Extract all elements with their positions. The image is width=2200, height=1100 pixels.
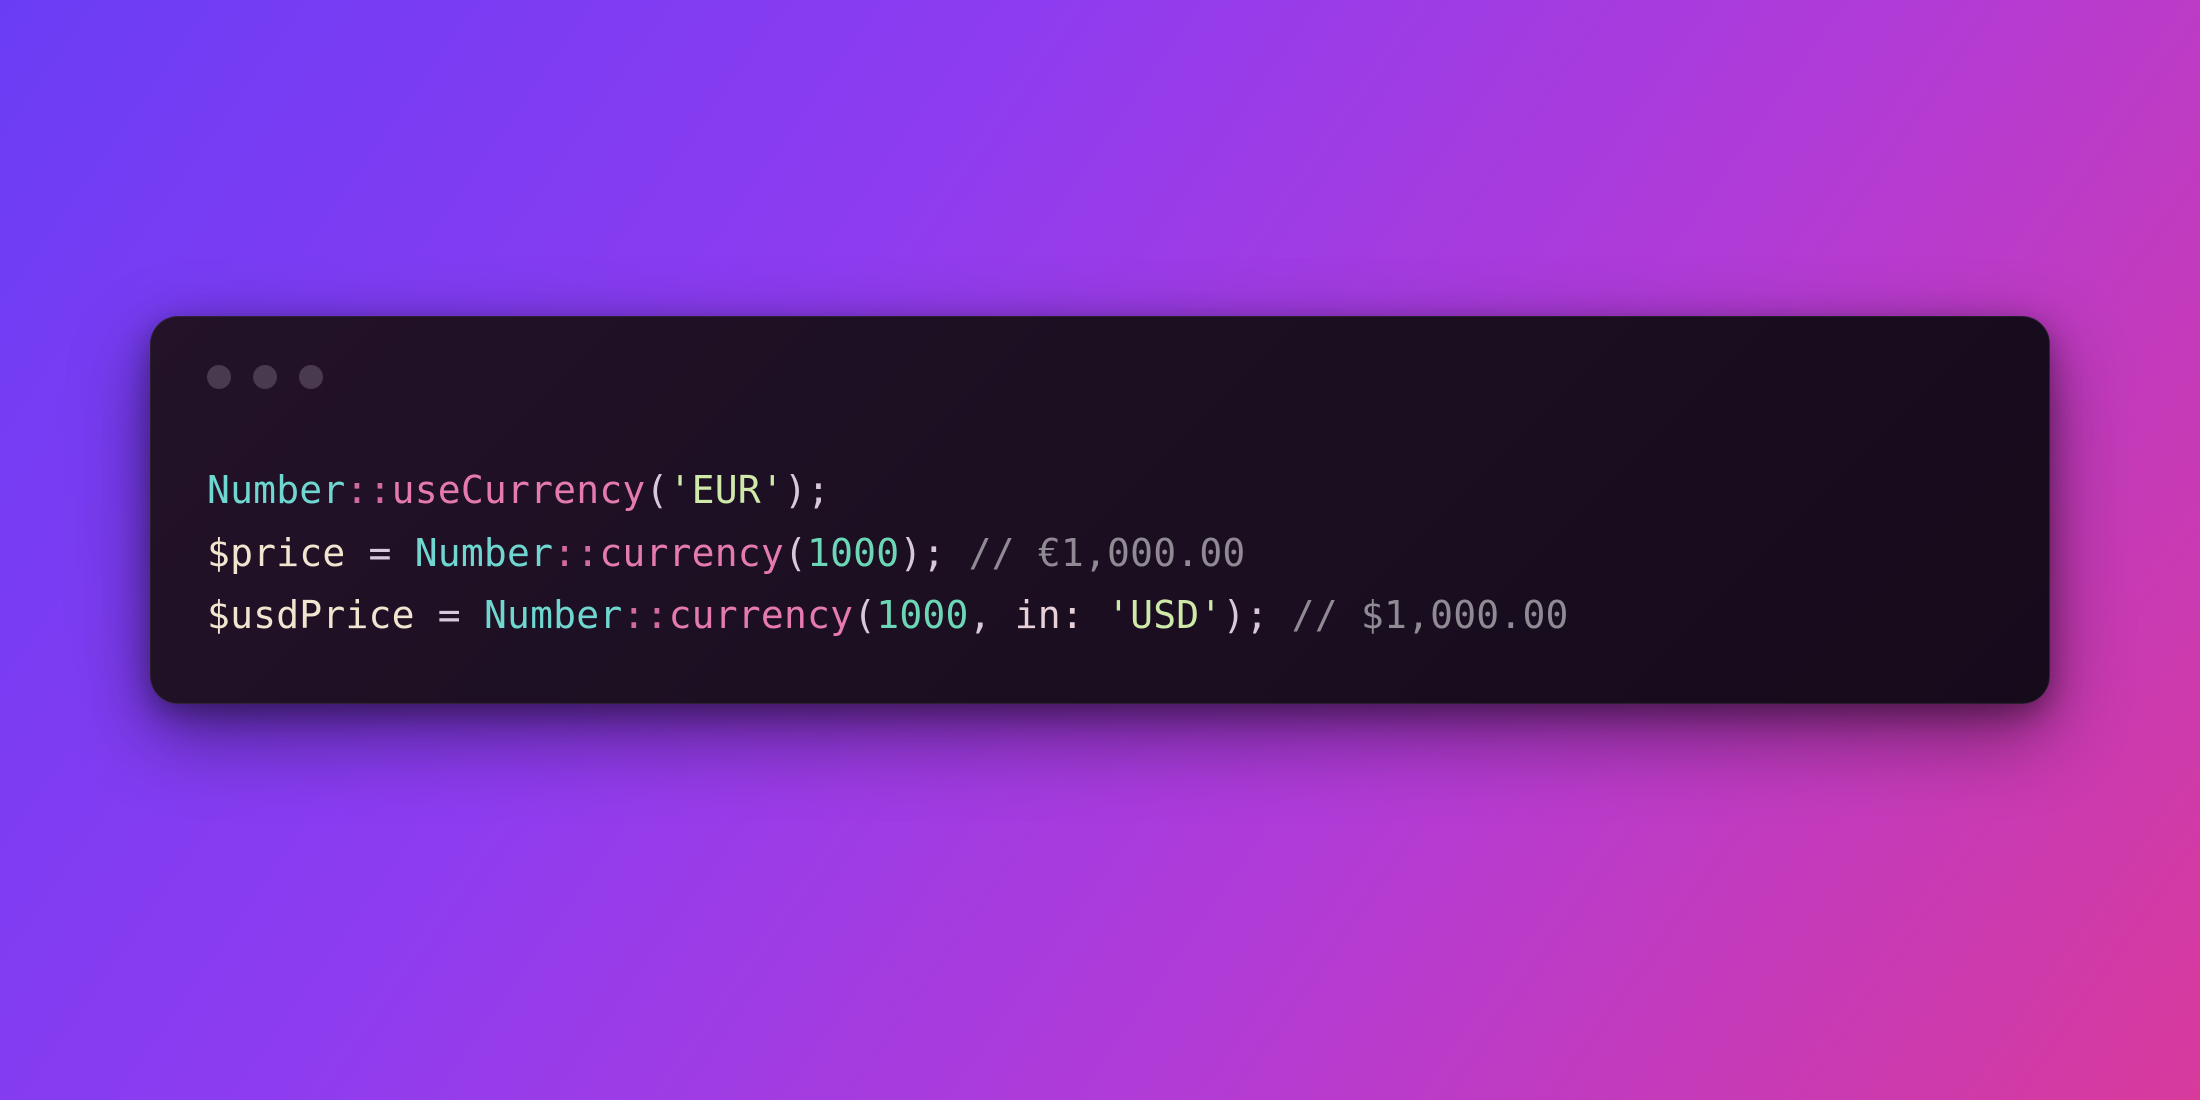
code-token: ;	[807, 468, 830, 512]
stage: Number::useCurrency('EUR');$price = Numb…	[0, 0, 2200, 1100]
code-token: currency	[669, 593, 854, 637]
code-token: =	[345, 531, 414, 575]
code-token: ,	[969, 593, 1015, 637]
traffic-dot-minimize-icon	[253, 365, 277, 389]
code-token: ;	[1246, 593, 1292, 637]
code-token: )	[784, 468, 807, 512]
window-traffic-lights	[207, 365, 1993, 389]
code-token: // €1,000.00	[969, 531, 1246, 575]
code-token: ::	[622, 593, 668, 637]
code-token: 1000	[807, 531, 899, 575]
code-token: ;	[922, 531, 968, 575]
code-window: Number::useCurrency('EUR');$price = Numb…	[150, 316, 2050, 704]
code-token: ::	[345, 468, 391, 512]
code-token: currency	[599, 531, 784, 575]
traffic-dot-close-icon	[207, 365, 231, 389]
code-token: // $1,000.00	[1292, 593, 1569, 637]
code-token: =	[415, 593, 484, 637]
code-token: )	[899, 531, 922, 575]
code-token: Number	[207, 468, 345, 512]
code-token: useCurrency	[392, 468, 646, 512]
code-line: $usdPrice = Number::currency(1000, in: '…	[207, 584, 1993, 647]
code-line: Number::useCurrency('EUR');	[207, 459, 1993, 522]
traffic-dot-zoom-icon	[299, 365, 323, 389]
code-token: 'EUR'	[669, 468, 784, 512]
code-token: $price	[207, 531, 345, 575]
code-token: (	[853, 593, 876, 637]
code-token: $usdPrice	[207, 593, 415, 637]
code-token: Number	[484, 593, 622, 637]
code-token: (	[645, 468, 668, 512]
code-token: 1000	[876, 593, 968, 637]
code-line: $price = Number::currency(1000); // €1,0…	[207, 522, 1993, 585]
code-token: 'USD'	[1107, 593, 1222, 637]
code-token: (	[784, 531, 807, 575]
code-token: in:	[1015, 593, 1107, 637]
code-token: ::	[553, 531, 599, 575]
code-block: Number::useCurrency('EUR');$price = Numb…	[207, 459, 1993, 647]
code-token: )	[1222, 593, 1245, 637]
code-token: Number	[415, 531, 553, 575]
